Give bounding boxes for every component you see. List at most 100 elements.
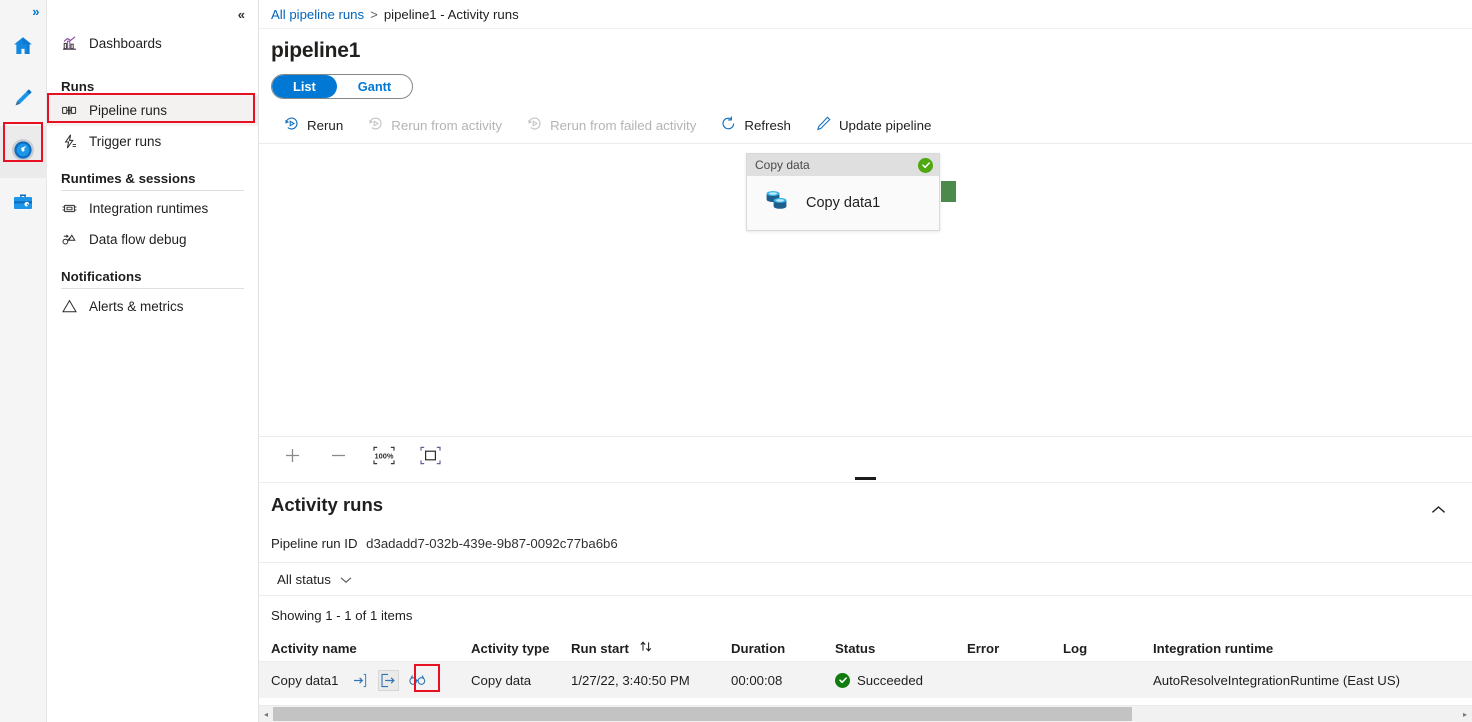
page-title: pipeline1 <box>259 29 1472 63</box>
output-icon[interactable] <box>379 671 398 690</box>
scroll-right-arrow[interactable]: ▸ <box>1458 710 1472 719</box>
row-action-icons <box>350 671 427 690</box>
cell-activity-type: Copy data <box>471 673 571 688</box>
status-filter-dropdown[interactable]: All status <box>271 569 358 590</box>
tab-gantt[interactable]: Gantt <box>337 75 412 98</box>
refresh-icon <box>720 115 737 135</box>
sidebar-item-label: Dashboards <box>89 36 162 51</box>
sidebar-item-label: Data flow debug <box>89 232 187 247</box>
sidebar-item-dashboards[interactable]: Dashboards <box>47 28 258 59</box>
view-toggle-wrap: List Gantt <box>259 63 1472 99</box>
view-toggle: List Gantt <box>271 74 413 99</box>
activity-node-type: Copy data <box>755 158 810 172</box>
splitter-grip <box>855 477 876 480</box>
sidebar-item-integration-runtimes[interactable]: Integration runtimes <box>47 193 258 224</box>
sort-arrows-icon[interactable] <box>639 640 653 656</box>
horizontal-scrollbar[interactable]: ◂ ▸ <box>259 705 1472 722</box>
sidebar-collapse-button[interactable]: « <box>47 0 258 28</box>
rerun-icon <box>283 115 300 135</box>
sidebar-section-notifications: Notifications <box>47 255 258 285</box>
table-filler <box>259 698 1472 705</box>
zoom-100-button[interactable]: 100% <box>369 442 399 470</box>
rail-item-home[interactable] <box>0 22 47 74</box>
column-header-log[interactable]: Log <box>1063 641 1153 656</box>
rail-item-manage[interactable] <box>0 178 47 230</box>
activity-runs-header: Activity runs <box>259 483 1472 528</box>
update-pipeline-button[interactable]: Update pipeline <box>803 110 943 141</box>
table-header-row: Activity name Activity type Run start Du… <box>259 635 1472 662</box>
pipeline-icon <box>61 102 78 119</box>
column-header-run-start[interactable]: Run start <box>571 640 731 656</box>
column-header-integration-runtime[interactable]: Integration runtime <box>1153 641 1472 656</box>
toolbar-button-label: Refresh <box>744 118 791 133</box>
activity-node-header: Copy data <box>747 154 939 176</box>
zoom-in-button[interactable] <box>277 442 307 470</box>
column-header-status[interactable]: Status <box>835 641 967 656</box>
data-flow-icon <box>61 231 78 248</box>
scroll-track[interactable] <box>273 706 1458 722</box>
activity-node-body: Copy data1 <box>747 176 939 230</box>
sidebar-item-label: Pipeline runs <box>89 103 167 118</box>
sidebar-item-label: Integration runtimes <box>89 201 208 216</box>
refresh-button[interactable]: Refresh <box>708 110 803 141</box>
column-header-duration[interactable]: Duration <box>731 641 835 656</box>
success-check-icon <box>835 673 850 688</box>
pipeline-run-id-label: Pipeline run ID <box>271 536 358 551</box>
sidebar-item-pipeline-runs[interactable]: Pipeline runs <box>47 95 258 126</box>
sidebar-item-alerts-metrics[interactable]: Alerts & metrics <box>47 291 258 322</box>
cell-activity-name: Copy data1 <box>271 671 471 690</box>
canvas-controls: 100% <box>259 436 1472 474</box>
cell-run-start: 1/27/22, 3:40:50 PM <box>571 673 731 688</box>
toolbar-button-label: Rerun from activity <box>391 118 502 133</box>
rerun-button[interactable]: Rerun <box>271 110 355 141</box>
cell-integration-runtime: AutoResolveIntegrationRuntime (East US) <box>1153 673 1472 688</box>
breadcrumb-root-link[interactable]: All pipeline runs <box>271 7 364 22</box>
tab-list[interactable]: List <box>272 75 337 98</box>
sidebar-divider <box>61 190 244 191</box>
activity-runs-filter-bar: All status <box>259 562 1472 596</box>
breadcrumb-separator: > <box>370 7 378 22</box>
svg-text:100%: 100% <box>375 452 394 461</box>
column-header-error[interactable]: Error <box>967 641 1063 656</box>
rail-item-monitor[interactable] <box>0 126 47 178</box>
sidebar-item-label: Alerts & metrics <box>89 299 184 314</box>
fit-to-screen-button[interactable] <box>415 442 445 470</box>
alert-triangle-icon <box>61 298 78 315</box>
activity-node-copy-data1[interactable]: Copy data <box>746 153 940 231</box>
input-icon[interactable] <box>350 671 369 690</box>
sidebar-section-runtimes: Runtimes & sessions <box>47 157 258 187</box>
rerun-from-activity-button[interactable]: Rerun from activity <box>355 110 514 141</box>
success-check-icon <box>918 158 933 173</box>
rerun-from-failed-activity-button[interactable]: Rerun from failed activity <box>514 110 708 141</box>
toolbox-icon <box>11 190 35 219</box>
scroll-thumb[interactable] <box>273 707 1132 721</box>
copy-data-icon <box>763 187 793 219</box>
rerun-icon <box>367 115 384 135</box>
zoom-out-button[interactable] <box>323 442 353 470</box>
details-glasses-icon[interactable] <box>408 671 427 690</box>
sidebar-divider <box>61 288 244 289</box>
sidebar-item-data-flow-debug[interactable]: Data flow debug <box>47 224 258 255</box>
column-header-activity-name[interactable]: Activity name <box>271 641 471 656</box>
activity-runs-collapse-button[interactable] <box>1423 494 1454 528</box>
pipeline-run-id: Pipeline run ID d3adadd7-032b-439e-9b87-… <box>259 528 1472 551</box>
pencil-icon <box>11 86 35 115</box>
rail-item-author[interactable] <box>0 74 47 126</box>
pipeline-canvas[interactable]: Copy data <box>259 144 1472 436</box>
column-header-activity-type[interactable]: Activity type <box>471 641 571 656</box>
sidebar-item-label: Trigger runs <box>89 134 161 149</box>
cell-duration: 00:00:08 <box>731 673 835 688</box>
activity-name-text: Copy data1 <box>271 673 338 688</box>
table-row[interactable]: Copy data1 <box>259 662 1472 698</box>
cell-status: Succeeded <box>835 673 967 688</box>
panel-splitter[interactable] <box>259 474 1472 483</box>
rail-expand-button[interactable]: » <box>0 0 47 22</box>
status-filter-label: All status <box>277 572 331 587</box>
status-badge: Succeeded <box>857 673 923 688</box>
rerun-icon <box>526 115 543 135</box>
activity-node-output-port[interactable] <box>941 181 956 202</box>
sidebar-item-trigger-runs[interactable]: Trigger runs <box>47 126 258 157</box>
activity-runs-count: Showing 1 - 1 of 1 items <box>259 596 1472 623</box>
toolbar-button-label: Rerun from failed activity <box>550 118 696 133</box>
scroll-left-arrow[interactable]: ◂ <box>259 710 273 719</box>
